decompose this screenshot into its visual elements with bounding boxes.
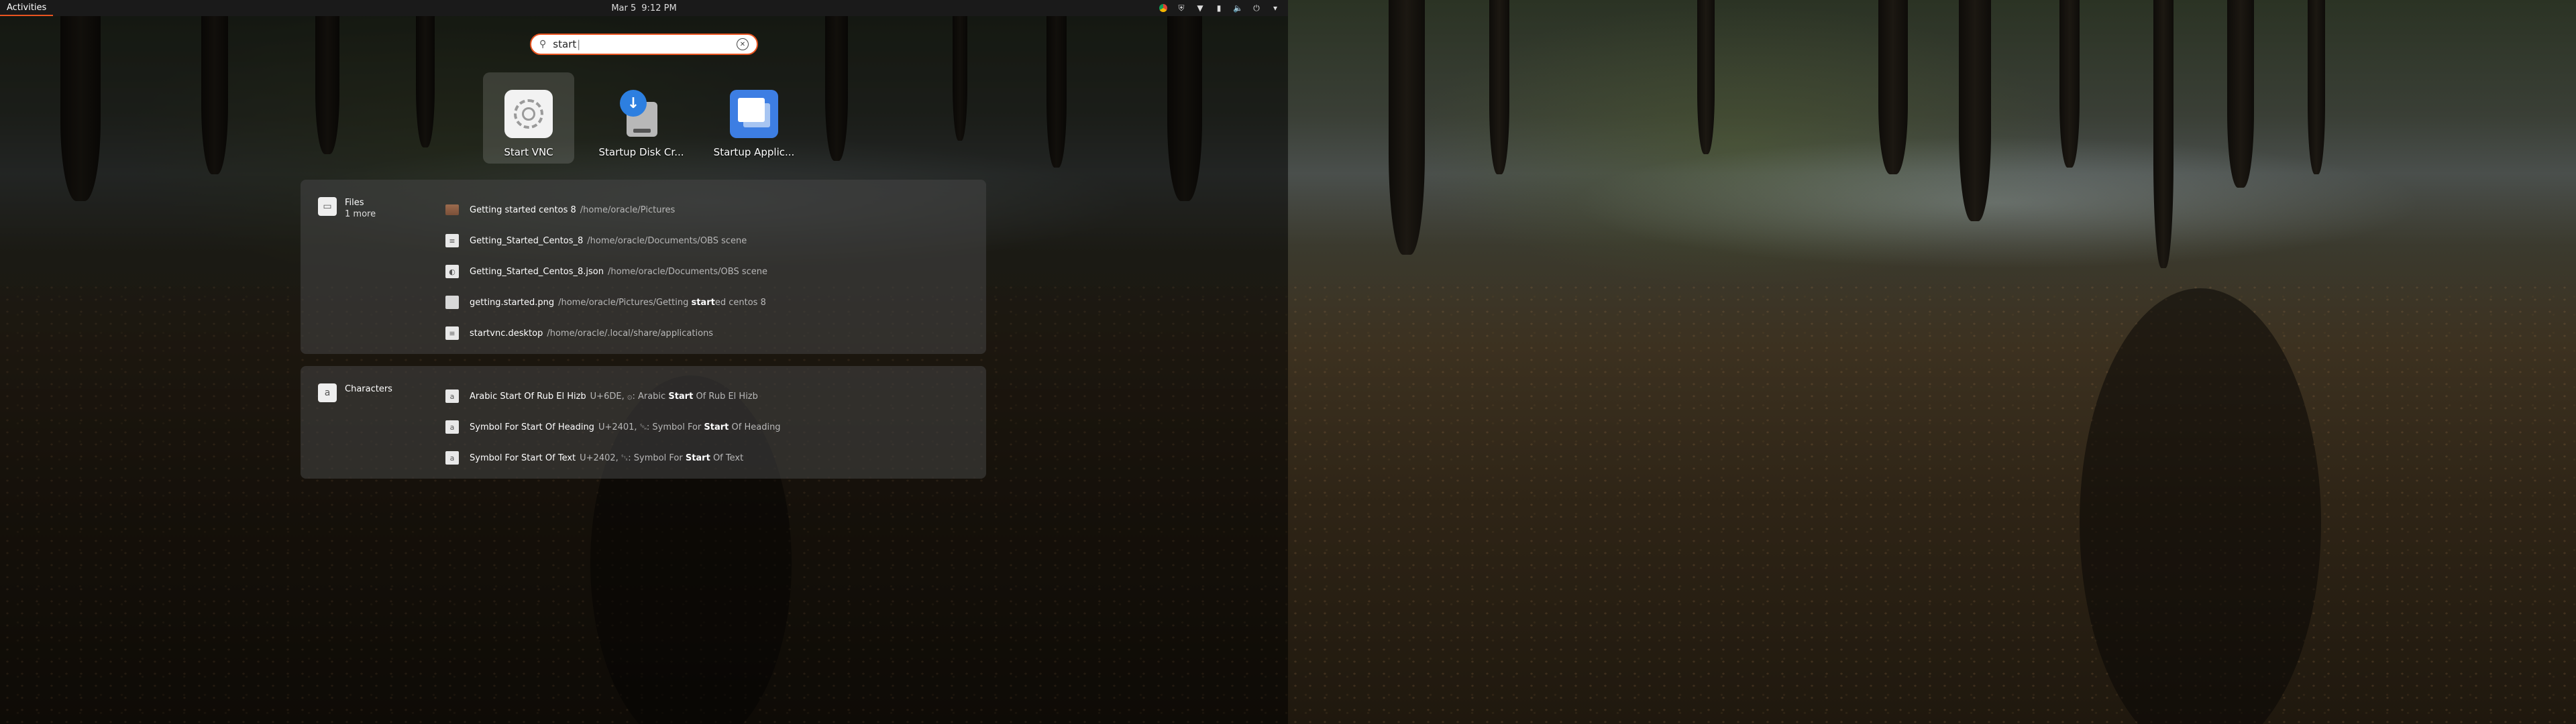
file-result-row[interactable]: ◐ Getting_Started_Centos_8.json /home/or…	[445, 256, 767, 287]
provider-name: Characters	[345, 384, 392, 394]
result-title: getting.started.png	[470, 297, 555, 308]
result-title: startvnc.desktop	[470, 328, 543, 339]
result-path: /home/oracle/Documents/OBS scene	[608, 266, 767, 277]
provider-name: Files	[345, 198, 364, 208]
result-title: Symbol For Start Of Text	[470, 452, 576, 463]
search-icon: ⚲	[539, 39, 547, 50]
result-description: U+2401, ␁: Symbol For Start Of Heading	[598, 422, 781, 432]
character-icon: a	[445, 420, 459, 434]
result-path: /home/oracle/.local/share/applications	[547, 328, 714, 339]
image-file-icon	[445, 296, 459, 309]
file-result-row[interactable]: ≡ Getting_Started_Centos_8 /home/oracle/…	[445, 225, 767, 256]
file-icon: ≡	[445, 234, 459, 247]
app-startup-applications[interactable]: Startup Applic...	[708, 72, 800, 164]
clear-search-icon[interactable]: ✕	[737, 38, 749, 50]
result-path: /home/oracle/Pictures	[580, 204, 676, 215]
files-app-icon: ▭	[318, 197, 337, 216]
app-results: Start VNC ↓ Startup Disk Cr... Startup A…	[483, 72, 800, 164]
app-label: Start VNC	[504, 146, 553, 158]
clock-time: 9:12 PM	[641, 3, 677, 13]
app-startup-disk-creator[interactable]: ↓ Startup Disk Cr...	[596, 72, 687, 164]
search-input[interactable]: ⚲ start ✕	[530, 34, 758, 55]
characters-results-panel: a Characters a Arabic Start Of Rub El Hi…	[301, 366, 986, 479]
right-monitor-wallpaper	[1288, 0, 2576, 724]
provider-more: 1 more	[345, 209, 376, 219]
result-title: Arabic Start Of Rub El Hizb	[470, 391, 586, 402]
json-file-icon: ◐	[445, 265, 459, 278]
vnc-icon	[504, 90, 553, 138]
result-path: /home/oracle/Pictures/Getting started ce…	[558, 297, 766, 308]
clock[interactable]: Mar 5 9:12 PM	[611, 3, 676, 13]
result-title: Symbol For Start Of Heading	[470, 422, 594, 432]
result-title: Getting_Started_Centos_8.json	[470, 266, 604, 277]
shield-icon[interactable]: ⛨	[1177, 3, 1186, 13]
files-results-panel: ▭ Files 1 more Getting started centos 8 …	[301, 180, 986, 354]
clock-date: Mar 5	[611, 3, 637, 13]
character-result-row[interactable]: a Symbol For Start Of Text U+2402, ␂: Sy…	[445, 442, 781, 473]
system-tray: ⛨ ▼ ▮ 🔈 ⏻ ▾	[1159, 3, 1280, 13]
top-bar: Activities Mar 5 9:12 PM ⛨ ▼ ▮ 🔈 ⏻ ▾	[0, 0, 1288, 16]
character-result-row[interactable]: a Arabic Start Of Rub El Hizb U+6DE, ۞: …	[445, 381, 781, 412]
folder-icon	[445, 204, 459, 215]
desktop-file-icon: ≡	[445, 326, 459, 340]
chevron-down-icon[interactable]: ▾	[1271, 3, 1280, 13]
app-start-vnc[interactable]: Start VNC	[483, 72, 574, 164]
file-result-row[interactable]: Getting started centos 8 /home/oracle/Pi…	[445, 194, 767, 225]
result-title: Getting started centos 8	[470, 204, 576, 215]
result-description: U+6DE, ۞: Arabic Start Of Rub El Hizb	[590, 391, 758, 402]
character-icon: a	[445, 389, 459, 403]
volume-icon[interactable]: 🔈	[1233, 3, 1243, 13]
search-text: start	[553, 38, 737, 50]
battery-icon[interactable]: ▮	[1214, 3, 1224, 13]
result-title: Getting_Started_Centos_8	[470, 235, 584, 246]
characters-provider[interactable]: a Characters	[318, 383, 392, 402]
app-label: Startup Disk Cr...	[598, 146, 684, 158]
character-icon: a	[445, 451, 459, 465]
chrome-tray-icon[interactable]	[1159, 4, 1167, 12]
startup-applications-icon	[730, 90, 778, 138]
character-result-row[interactable]: a Symbol For Start Of Heading U+2401, ␁:…	[445, 412, 781, 442]
result-path: /home/oracle/Documents/OBS scene	[587, 235, 747, 246]
files-provider[interactable]: ▭ Files 1 more	[318, 197, 376, 220]
file-result-row[interactable]: ≡ startvnc.desktop /home/oracle/.local/s…	[445, 318, 767, 349]
wifi-icon[interactable]: ▼	[1195, 3, 1205, 13]
startup-disk-creator-icon: ↓	[617, 90, 665, 138]
activities-button[interactable]: Activities	[0, 0, 54, 16]
app-label: Startup Applic...	[713, 146, 795, 158]
power-icon[interactable]: ⏻	[1252, 3, 1261, 13]
characters-app-icon: a	[318, 383, 337, 402]
file-result-row[interactable]: getting.started.png /home/oracle/Picture…	[445, 287, 767, 318]
result-description: U+2402, ␂: Symbol For Start Of Text	[580, 452, 744, 463]
